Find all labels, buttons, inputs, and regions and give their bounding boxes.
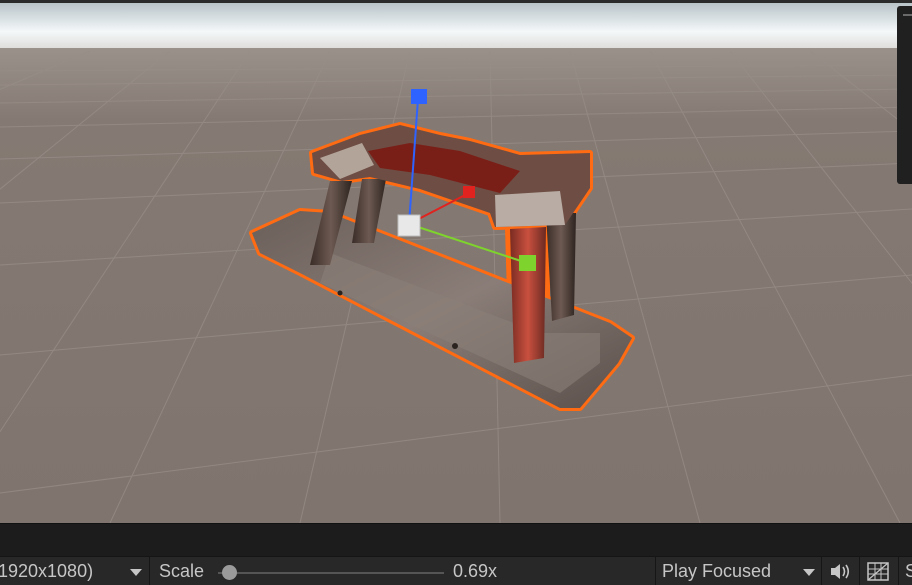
- scene-canvas[interactable]: [0, 3, 912, 523]
- bench-leg-front: [510, 227, 546, 363]
- scale-label: Scale: [159, 561, 205, 581]
- scale-value: 0.69x: [453, 561, 498, 581]
- gizmo-x-handle[interactable]: [463, 186, 475, 198]
- scale-slider-thumb[interactable]: [222, 565, 238, 580]
- gizmo-y-handle[interactable]: [411, 89, 427, 104]
- scale-slider-track[interactable]: [218, 572, 444, 574]
- scale-control: Scale 0.69x: [150, 557, 655, 585]
- bolt: [337, 290, 343, 296]
- resolution-label: (1920x1080): [0, 561, 94, 581]
- gizmo-center-handle[interactable]: [397, 214, 421, 237]
- gizmos-button-label: S: [905, 561, 912, 581]
- gizmo-z-handle[interactable]: [519, 255, 536, 271]
- seat-end-right: [495, 191, 565, 227]
- game-view-window: (1920x1080) Scale 0.69x Play Focused S: [0, 0, 912, 585]
- resolution-dropdown[interactable]: (1920x1080): [0, 557, 149, 585]
- stats-grid-icon: [867, 562, 889, 581]
- bolt: [452, 343, 458, 349]
- game-view-toolbar: (1920x1080) Scale 0.69x Play Focused S: [0, 556, 912, 585]
- play-mode-dropdown[interactable]: Play Focused: [656, 557, 821, 585]
- gizmos-button[interactable]: S: [899, 557, 912, 585]
- panel-grip-icon: [903, 14, 912, 16]
- speaker-icon: [831, 564, 850, 579]
- chevron-down-icon: [130, 569, 142, 576]
- stats-button[interactable]: [860, 557, 898, 585]
- viewport-footer-band: [0, 523, 912, 556]
- chevron-down-icon: [803, 569, 815, 576]
- scene-viewport[interactable]: [0, 3, 912, 523]
- overlay-side-panel[interactable]: [897, 6, 912, 184]
- play-mode-label: Play Focused: [662, 561, 772, 581]
- mute-audio-button[interactable]: [822, 557, 858, 585]
- sky: [0, 3, 912, 55]
